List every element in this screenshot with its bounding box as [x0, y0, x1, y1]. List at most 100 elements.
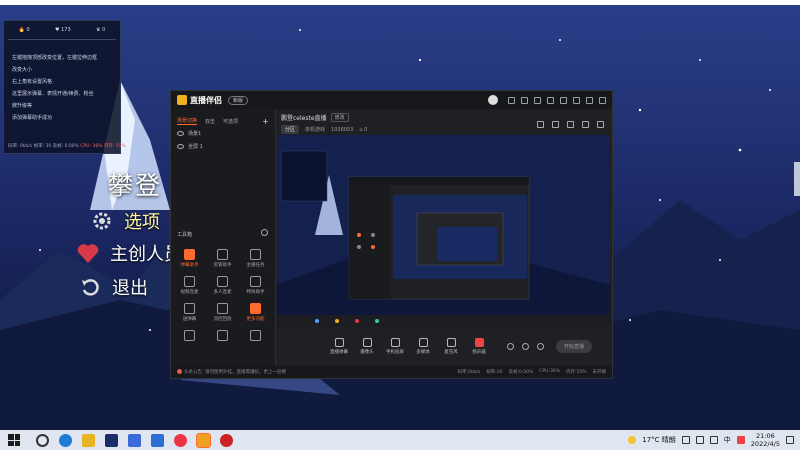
tool-more[interactable]: 更多功能	[239, 303, 272, 322]
game-menu-item-options[interactable]: 选项	[90, 208, 160, 234]
search-icon[interactable]	[36, 433, 49, 447]
live-companion-taskbar-icon[interactable]	[196, 432, 211, 448]
tool-tasks[interactable]: 主播任务	[239, 249, 272, 268]
tool-room-manager[interactable]: 房管助手	[206, 249, 239, 268]
bluetooth-icon[interactable]	[681, 436, 690, 444]
share-icon[interactable]	[597, 121, 604, 128]
avatar[interactable]	[488, 95, 498, 105]
maximize-icon[interactable]	[586, 96, 593, 104]
tool-multi-link[interactable]: 多人连麦	[206, 276, 239, 295]
save-icon[interactable]	[534, 96, 541, 104]
logo-icon	[177, 95, 187, 105]
live-companion-window[interactable]: 直播伴侣 新版 场景切换 双击 可选项 + 场景1 全屏 1 工具箱 弹幕助手 …	[170, 90, 613, 379]
tool-slot[interactable]	[239, 330, 272, 343]
record-icon[interactable]	[567, 121, 574, 128]
eye-icon[interactable]	[177, 131, 184, 136]
control-mic[interactable]: 麦克风	[437, 337, 465, 355]
game-title: 攀登	[108, 171, 163, 200]
message-line: 添加弹幕助手成功	[12, 115, 53, 121]
eye-icon[interactable]	[177, 144, 184, 149]
video-icon	[184, 276, 195, 287]
tool-effects[interactable]: 特效助手	[239, 276, 272, 295]
ime-indicator[interactable]: 中	[724, 435, 731, 445]
back-arrow-icon	[78, 275, 102, 299]
stream-title[interactable]: 鹏登celeste直播	[281, 113, 327, 122]
tool-danmaku[interactable]: 弹幕助手	[173, 249, 206, 268]
tab-scene[interactable]: 场景切换	[177, 117, 198, 125]
game-menu-label: 退出	[112, 278, 148, 299]
menu-icon[interactable]	[560, 96, 567, 104]
refresh-icon[interactable]	[261, 229, 268, 236]
more-icon	[250, 303, 261, 314]
control-phone-cast[interactable]: 手机投屏	[381, 337, 409, 355]
lock-icon[interactable]	[552, 121, 559, 128]
media-icon	[418, 337, 428, 347]
tool-slot[interactable]	[173, 330, 206, 343]
tool-video-link[interactable]: 视频连麦	[173, 276, 206, 295]
divider	[8, 39, 116, 40]
image-icon	[184, 330, 195, 341]
notice-text[interactable]: 头条公告: 请勿使用外挂，直播需遵纪，更上一层楼	[177, 369, 286, 375]
tool-send-danmaku[interactable]: 送弹幕	[173, 303, 206, 322]
celeste-game-icon[interactable]	[220, 433, 233, 447]
control-media[interactable]: 多媒体	[409, 337, 437, 355]
video-icon[interactable]	[507, 342, 514, 350]
scene-item[interactable]: 场景1	[171, 127, 275, 140]
heart-icon	[76, 241, 100, 265]
scene-item[interactable]: 全屏 1	[171, 140, 275, 153]
app-icon[interactable]	[128, 433, 141, 447]
category-button[interactable]: 分区	[281, 125, 300, 134]
mail-icon[interactable]	[151, 433, 164, 447]
danmaku-icon	[184, 249, 195, 260]
photoshop-icon[interactable]	[105, 433, 118, 447]
camera-icon	[362, 337, 372, 347]
stream-meta: 分区 单机游戏 1036003 ⌂ 0	[281, 125, 367, 134]
task-icon	[250, 249, 261, 260]
game-menu-item-exit[interactable]: 退出	[78, 274, 148, 300]
tab-double[interactable]: 双击	[205, 118, 215, 125]
preview-canvas[interactable]	[277, 135, 610, 327]
overlay-footer: 码率: 0kb/s 帧率: 30 丢帧: 0.00% CPU: 36% 内存: …	[8, 144, 126, 149]
control-danmaku[interactable]: 直播弹幕	[325, 337, 353, 355]
tool-replay[interactable]: 流控回放	[206, 303, 239, 322]
message-line: 右上角有设置风格	[12, 79, 53, 85]
bell-icon[interactable]	[582, 121, 589, 128]
edge-browser-icon[interactable]	[59, 433, 72, 447]
toolbox-grid: 弹幕助手 房管助手 主播任务 视频连麦 多人连麦 特效助手 送弹幕 流控回放 更…	[173, 249, 273, 343]
scene-tabs: 场景切换 双击 可选项 +	[171, 109, 275, 127]
message-line: 改变大小	[12, 67, 33, 73]
clock[interactable]: 21:06 2022/4/5	[751, 432, 780, 448]
add-scene-icon[interactable]: +	[262, 117, 269, 126]
minimize-icon[interactable]	[573, 96, 580, 104]
game-menu-item-credits[interactable]: 主创人员	[76, 240, 182, 266]
heart-icon[interactable]	[521, 96, 528, 104]
music-icon	[217, 330, 228, 341]
settings-icon[interactable]	[537, 342, 544, 350]
control-camera[interactable]: 摄像头	[353, 337, 381, 355]
control-speaker[interactable]: 扬声器	[465, 337, 493, 355]
file-explorer-icon[interactable]	[82, 433, 95, 447]
title-bar[interactable]: 直播伴侣 新版	[171, 91, 612, 109]
edit-title-button[interactable]: 修改	[330, 113, 349, 122]
status-stats: 码率:0kb/s 帧率:30 丢帧:0.00% CPU:36% 内存:55% 未开播	[457, 369, 606, 375]
start-live-button[interactable]: 开始直播	[556, 339, 593, 353]
notification-icon[interactable]	[786, 436, 794, 444]
volume-icon[interactable]	[709, 436, 718, 444]
tab-options[interactable]: 可选项	[223, 118, 238, 125]
chrome-icon[interactable]	[174, 433, 187, 447]
windows-start-icon[interactable]	[8, 434, 20, 446]
tray-app-icon[interactable]	[736, 436, 745, 444]
danmaku-overlay[interactable]: 🔥 0 ♥ 173 ♛ 0 左键拖拽顶部改变位置，左键拉伸边框 改变大小 右上角…	[3, 20, 126, 154]
target-icon[interactable]	[522, 342, 529, 350]
tool-slot[interactable]	[206, 330, 239, 343]
grid-icon[interactable]	[537, 121, 544, 128]
network-icon[interactable]	[695, 436, 704, 444]
fire-stat: 🔥 0	[18, 27, 30, 33]
weather-text[interactable]: 17°C 晴朗	[642, 435, 676, 445]
shirt-icon[interactable]	[547, 96, 554, 104]
side-edge-handle[interactable]	[794, 162, 800, 196]
crown-stat: ♛ 0	[96, 27, 106, 33]
mail-icon[interactable]	[508, 96, 515, 104]
version-badge[interactable]: 新版	[228, 95, 249, 105]
close-icon[interactable]	[599, 96, 606, 104]
